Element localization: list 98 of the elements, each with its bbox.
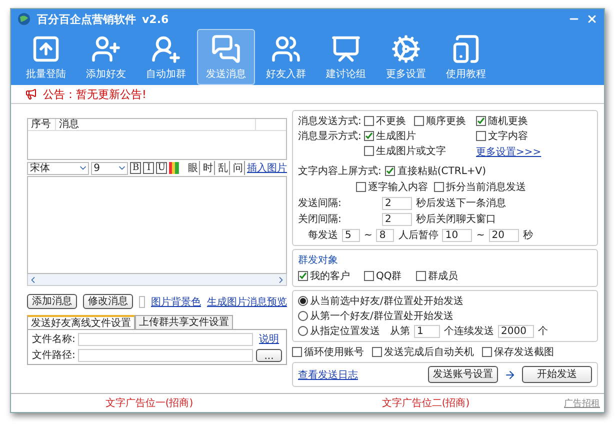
radio-label[interactable]: 从当前选中好友/群位置处开始发送 — [310, 294, 464, 308]
field-label: 从第 — [390, 324, 410, 338]
editor-tool-button[interactable]: 乱 — [217, 161, 230, 175]
field-label: 秒 — [522, 228, 533, 242]
help-link[interactable]: 说明 — [256, 332, 282, 346]
checkbox[interactable]: 我的客户 — [298, 269, 350, 283]
input-field[interactable]: 2 — [382, 196, 412, 210]
format-button[interactable]: I — [143, 162, 154, 174]
checkbox[interactable]: 生成图片 — [364, 129, 414, 143]
group-title: 群发对象 — [298, 254, 339, 267]
field-label: 文件名称: — [32, 332, 76, 346]
checkbox[interactable]: 保存发送截图 — [482, 345, 554, 359]
checkbox[interactable]: 顺序更换 — [414, 114, 476, 128]
radio-button[interactable] — [298, 311, 308, 321]
start-send-button[interactable]: 开始发送 — [522, 366, 592, 383]
field-label: 个 — [538, 325, 548, 338]
input-field[interactable]: 2000 — [498, 324, 534, 338]
field-label: 文字内容上屏方式: — [298, 164, 382, 178]
add-person-icon — [151, 34, 181, 64]
tablet-icon — [451, 34, 481, 64]
font-select[interactable]: 宋体 — [27, 162, 89, 174]
horizontal-scrollbar[interactable] — [27, 274, 287, 286]
input-field[interactable]: 2 — [382, 212, 412, 226]
input-field[interactable] — [78, 332, 253, 346]
color-swatch[interactable] — [139, 296, 145, 308]
ad-link[interactable]: 广告招租 — [564, 396, 604, 410]
preview-link[interactable]: 生成图片消息预览 — [207, 294, 287, 308]
editor-tool-button[interactable]: 问 — [232, 161, 246, 175]
window-title: 百分百企点营销软件 — [37, 12, 136, 26]
field-label: 秒后关闭聊天窗口 — [416, 212, 496, 226]
column-header: 序号 — [28, 119, 56, 130]
browse-button[interactable]: ... — [256, 348, 282, 362]
checkmark-icon — [477, 117, 485, 125]
tilde-label: ~ — [364, 230, 372, 240]
input-field[interactable]: 20 — [488, 228, 519, 242]
checkbox[interactable]: 随机更换 — [476, 114, 592, 128]
people-icon — [271, 34, 301, 64]
checkbox[interactable]: 循环使用账号 — [292, 345, 364, 359]
input-field[interactable]: 1 — [414, 324, 440, 338]
megaphone-icon — [25, 88, 37, 100]
message-button[interactable]: 添加消息 — [27, 294, 77, 309]
checkbox[interactable]: 发送完成后自动关机 — [372, 345, 474, 359]
radio-button[interactable] — [298, 326, 308, 336]
format-button[interactable]: B — [130, 162, 142, 174]
checkbox[interactable]: 拆分当前消息发送 — [434, 180, 526, 194]
app-logo-icon — [17, 12, 31, 26]
column-header: 消息 — [56, 119, 256, 130]
editor-tool-button[interactable]: 眼 — [187, 161, 200, 175]
checkbox[interactable]: 生成图片或文字 — [364, 144, 446, 158]
checkbox[interactable]: 直接粘贴(CTRL+V) — [385, 164, 486, 178]
gear-icon — [391, 34, 421, 64]
tab[interactable]: 上传群共享文件设置 — [135, 315, 233, 329]
send-log-link[interactable]: 查看发送日志 — [298, 368, 358, 382]
checkbox[interactable]: 文字内容 — [476, 129, 592, 143]
checkbox[interactable]: QQ群 — [364, 269, 402, 283]
ad-text: 文字广告位二(招商) — [380, 396, 471, 410]
input-field[interactable]: 10 — [442, 228, 472, 242]
field-label: 发送间隔: — [298, 197, 342, 210]
version-label: v2.6 — [142, 12, 169, 26]
field-label: 文件路径: — [32, 348, 76, 362]
format-button[interactable]: U — [156, 162, 168, 174]
arrow-icon — [504, 368, 516, 380]
input-field[interactable]: 5 — [342, 228, 360, 242]
checkbox[interactable]: 不更换 — [364, 114, 414, 128]
field-label: 关闭间隔: — [298, 212, 342, 226]
input-field[interactable]: 8 — [376, 228, 394, 242]
checkmark-icon — [386, 167, 394, 175]
field-label: 秒后发送下一条消息 — [416, 196, 506, 210]
radio-label[interactable]: 从指定位置发送 — [310, 324, 380, 338]
field-label: 个连续发送 — [444, 324, 494, 338]
tilde-label: ~ — [476, 230, 485, 240]
checkbox[interactable]: 群成员 — [416, 269, 458, 283]
editor-tool-button[interactable]: 时 — [202, 161, 216, 175]
checkmark-icon — [299, 272, 307, 280]
field-label: 每发送 — [308, 229, 338, 242]
insert-image-link[interactable]: 插入图片 — [247, 161, 288, 175]
input-field[interactable] — [78, 348, 253, 362]
tab[interactable]: 发送好友离线文件设置 — [27, 315, 135, 329]
checkmark-icon — [365, 132, 373, 140]
upload-icon — [31, 34, 61, 64]
bg-color-link[interactable]: 图片背景色 — [151, 294, 201, 308]
size-select[interactable]: 9 — [90, 162, 128, 174]
radio-button[interactable] — [298, 296, 308, 306]
add-user-icon — [91, 34, 121, 64]
message-button[interactable]: 修改消息 — [83, 294, 133, 309]
close-icon[interactable] — [586, 13, 598, 25]
color-picker-icon[interactable] — [169, 162, 180, 174]
chat-bubbles-icon — [211, 34, 241, 64]
more-settings-link[interactable]: 更多设置>>> — [476, 144, 592, 158]
notice-text: 公告：暂无更新公告! — [43, 86, 146, 102]
field-label: 消息发送方式: — [298, 114, 362, 128]
ad-text: 文字广告位一(招商) — [104, 396, 194, 410]
field-label: 消息显示方式: — [298, 130, 362, 143]
field-label: 人后暂停 — [398, 228, 438, 242]
radio-label[interactable]: 从第一个好友/群位置处开始发送 — [310, 309, 454, 323]
checkbox[interactable]: 逐字输入内容 — [356, 180, 428, 194]
presentation-board-icon — [331, 34, 361, 64]
account-settings-button[interactable]: 发送账号设置 — [428, 366, 498, 383]
